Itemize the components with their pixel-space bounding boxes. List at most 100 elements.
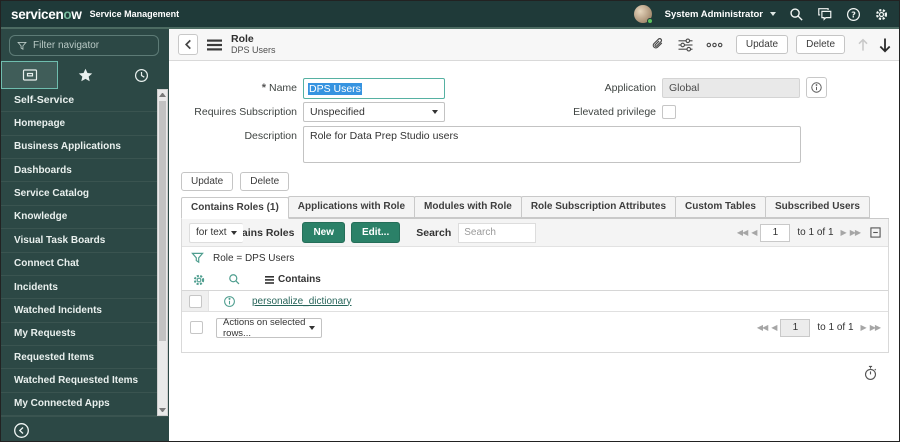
application-info-button[interactable] [806, 77, 827, 98]
select-all-checkbox[interactable] [190, 321, 203, 334]
actions-select[interactable]: Actions on selected rows... [216, 316, 322, 339]
edit-button[interactable]: Edit... [351, 222, 401, 243]
menu-item-incidents[interactable]: Incidents [1, 276, 157, 300]
menu-item-my-connected-apps[interactable]: My Connected Apps [1, 393, 157, 417]
elevated-privilege-checkbox[interactable] [662, 105, 676, 119]
application-menu: Self-Service Homepage Business Applicati… [1, 89, 157, 417]
user-avatar[interactable] [633, 5, 653, 24]
column-menu-icon[interactable] [265, 275, 274, 284]
tab-history[interactable] [114, 61, 169, 89]
column-header-contains[interactable]: Contains [265, 274, 321, 285]
search-mode-select[interactable]: for text [189, 222, 243, 243]
user-menu[interactable]: System Administrator [665, 9, 763, 20]
attachment-paperclip-icon[interactable] [650, 37, 665, 52]
form-context-menu-icon[interactable] [207, 39, 222, 51]
previous-page-icon[interactable]: ◀ [771, 323, 777, 332]
last-page-icon[interactable]: ▶▶ [870, 323, 881, 332]
update-button-bottom[interactable]: Update [181, 172, 234, 191]
name-value-selected: DPS Users [308, 82, 362, 95]
next-page-icon[interactable]: ▶ [841, 228, 847, 237]
menu-item-visual-task-boards[interactable]: Visual Task Boards [1, 229, 157, 253]
name-input[interactable]: DPS Users [303, 78, 445, 99]
scrollbar-down-icon[interactable] [159, 408, 166, 412]
page-number-input[interactable]: 1 [780, 318, 811, 337]
minimize-list-icon[interactable] [870, 227, 881, 238]
list-search-icon[interactable] [228, 273, 241, 286]
next-page-icon[interactable]: ▶ [861, 323, 867, 332]
requires-subscription-value: Unspecified [310, 106, 365, 118]
navigator-tabs [1, 61, 169, 89]
collapse-sidebar-button[interactable] [13, 422, 30, 439]
presence-dot [646, 18, 653, 24]
menu-item-requested-items[interactable]: Requested Items [1, 346, 157, 370]
svg-text:?: ? [851, 10, 856, 19]
menu-item-my-requests[interactable]: My Requests [1, 323, 157, 346]
contains-roles-list: Contains Roles New Edit... Search for te… [181, 219, 889, 353]
tab-applications-with-role[interactable]: Applications with Role [287, 196, 416, 218]
menu-item-knowledge[interactable]: Knowledge [1, 206, 157, 230]
filter-breadcrumb-text[interactable]: Role = DPS Users [213, 253, 294, 264]
tab-favorites[interactable] [58, 61, 113, 89]
list-pager-top: ◀◀ ◀ 1 to 1 of 1 ▶ ▶▶ [737, 223, 881, 242]
navigator-sidebar: Self-Service Homepage Business Applicati… [1, 29, 169, 441]
filter-navigator-input[interactable] [33, 40, 151, 51]
tab-all-applications[interactable] [1, 61, 59, 89]
menu-item-watched-incidents[interactable]: Watched Incidents [1, 299, 157, 323]
delete-button[interactable]: Delete [796, 35, 845, 54]
menu-item-watched-requested-items[interactable]: Watched Requested Items [1, 369, 157, 393]
first-page-icon[interactable]: ◀◀ [737, 228, 748, 237]
menu-item-business-applications[interactable]: Business Applications [1, 136, 157, 160]
response-time-stopwatch-icon[interactable] [863, 365, 878, 381]
record-link[interactable]: personalize_dictionary [252, 296, 352, 307]
previous-record-arrow-icon[interactable] [857, 38, 869, 52]
tab-role-subscription-attributes[interactable]: Role Subscription Attributes [520, 196, 677, 218]
menu-item-connect-chat[interactable]: Connect Chat [1, 253, 157, 276]
scrollbar-up-icon[interactable] [159, 93, 166, 97]
update-button[interactable]: Update [735, 35, 789, 54]
tab-custom-tables[interactable]: Custom Tables [675, 196, 766, 218]
select-caret-icon [432, 110, 438, 114]
actions-select-value: Actions on selected rows... [223, 316, 306, 339]
servicenow-logo: servicenow [11, 6, 82, 22]
page-number-input[interactable]: 1 [760, 223, 791, 242]
next-record-arrow-icon[interactable] [878, 37, 892, 53]
search-mode-value: for text [196, 227, 227, 238]
menu-item-dashboards[interactable]: Dashboards [1, 159, 157, 183]
connect-chat-icon[interactable] [817, 7, 833, 22]
description-textarea[interactable]: Role for Data Prep Studio users [303, 126, 801, 163]
requires-subscription-select[interactable]: Unspecified [303, 102, 445, 122]
list-column-header-row: Contains [182, 269, 888, 291]
row-info-icon[interactable] [223, 295, 236, 308]
product-title: Service Management [89, 9, 180, 19]
more-options-icon[interactable] [706, 41, 723, 49]
new-button[interactable]: New [302, 222, 345, 243]
tab-modules-with-role[interactable]: Modules with Role [414, 196, 522, 218]
scrollbar-thumb[interactable] [159, 101, 166, 341]
servicenow-window: servicenow Service Management System Adm… [0, 0, 900, 442]
name-label: * Name [261, 82, 297, 94]
list-search-input[interactable] [458, 222, 537, 243]
search-label: Search [416, 226, 452, 239]
tab-subscribed-users[interactable]: Subscribed Users [764, 196, 870, 218]
help-icon[interactable]: ? [846, 7, 861, 22]
filter-icon[interactable] [191, 252, 204, 264]
page-range-label: to 1 of 1 [797, 227, 834, 238]
sidebar-scrollbar[interactable] [157, 89, 168, 416]
filter-navigator[interactable] [9, 35, 159, 56]
menu-item-homepage[interactable]: Homepage [1, 112, 157, 136]
form-header: Role DPS Users Update Delete [169, 29, 899, 61]
menu-item-service-catalog[interactable]: Service Catalog [1, 182, 157, 206]
last-page-icon[interactable]: ▶▶ [850, 228, 861, 237]
personalize-form-sliders-icon[interactable] [678, 37, 693, 52]
settings-gear-icon[interactable] [874, 7, 889, 22]
delete-button-bottom[interactable]: Delete [240, 172, 290, 191]
tab-contains-roles[interactable]: Contains Roles (1) [181, 197, 289, 219]
back-button[interactable] [178, 34, 198, 55]
previous-page-icon[interactable]: ◀ [751, 228, 757, 237]
list-personalize-gear-icon[interactable] [192, 273, 206, 287]
global-search-icon[interactable] [789, 7, 804, 22]
menu-section-self-service[interactable]: Self-Service [1, 89, 157, 113]
row-checkbox[interactable] [188, 294, 202, 308]
user-menu-caret-icon[interactable] [770, 12, 776, 16]
first-page-icon[interactable]: ◀◀ [757, 323, 768, 332]
